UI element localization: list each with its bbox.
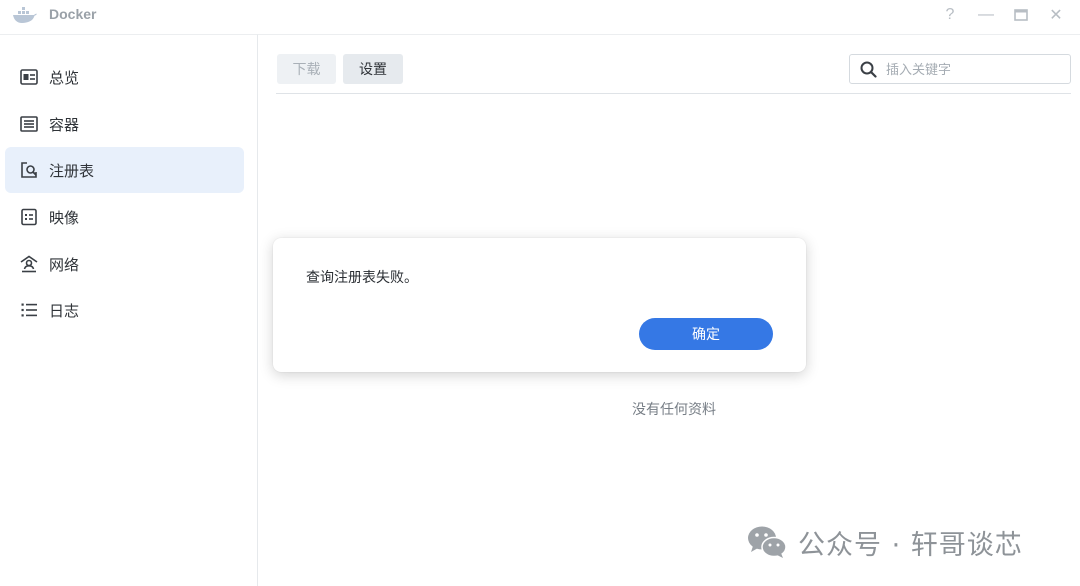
image-icon bbox=[21, 208, 37, 226]
watermark-text: 公众号 · 轩哥谈芯 bbox=[798, 529, 1023, 561]
docker-whale-icon bbox=[13, 7, 37, 23]
sidebar-item-registry[interactable]: 注册表 bbox=[5, 147, 244, 193]
sidebar-item-label: 映像 bbox=[49, 209, 80, 227]
close-icon: ✕ bbox=[1049, 7, 1063, 24]
dialog-message: 查询注册表失败。 bbox=[306, 270, 418, 286]
maximize-icon bbox=[1014, 9, 1028, 21]
network-icon bbox=[20, 255, 38, 273]
app-title: Docker bbox=[49, 6, 97, 22]
search-box[interactable] bbox=[849, 54, 1071, 84]
watermark: 公众号 · 轩哥谈芯 bbox=[746, 522, 1023, 562]
sidebar-item-image[interactable]: 映像 bbox=[5, 194, 244, 240]
toolbar-divider bbox=[276, 93, 1071, 94]
overview-icon bbox=[20, 69, 38, 85]
empty-state-text: 没有任何资料 bbox=[632, 402, 716, 418]
sidebar-item-label: 总览 bbox=[49, 69, 80, 87]
help-icon: ? bbox=[945, 6, 955, 23]
sidebar-item-label: 日志 bbox=[49, 302, 80, 320]
maximize-button[interactable] bbox=[1010, 4, 1032, 26]
sidebar-item-label: 容器 bbox=[49, 116, 80, 134]
search-input[interactable] bbox=[886, 59, 1064, 81]
error-dialog: 查询注册表失败。 确定 bbox=[273, 238, 806, 372]
registry-icon bbox=[21, 162, 37, 178]
title-bar: Docker ? — ✕ bbox=[0, 0, 1080, 34]
wechat-icon bbox=[748, 526, 787, 558]
minimize-button[interactable]: — bbox=[975, 4, 997, 26]
main-top-border bbox=[258, 34, 1080, 35]
sidebar-item-log[interactable]: 日志 bbox=[5, 287, 244, 333]
help-button[interactable]: ? bbox=[939, 4, 961, 26]
download-button[interactable]: 下载 bbox=[277, 54, 336, 84]
sidebar-item-container[interactable]: 容器 bbox=[5, 101, 244, 147]
sidebar-item-network[interactable]: 网络 bbox=[5, 241, 244, 287]
sidebar: 总览 容器 注册表 映像 网络 日志 bbox=[0, 34, 258, 586]
sidebar-item-label: 注册表 bbox=[49, 162, 95, 180]
sidebar-item-overview[interactable]: 总览 bbox=[5, 54, 244, 100]
sidebar-item-label: 网络 bbox=[49, 256, 80, 274]
ok-button[interactable]: 确定 bbox=[639, 318, 773, 350]
search-icon bbox=[860, 61, 877, 78]
settings-button[interactable]: 设置 bbox=[343, 54, 403, 84]
close-button[interactable]: ✕ bbox=[1045, 4, 1067, 26]
minimize-icon: — bbox=[978, 6, 994, 23]
log-icon bbox=[21, 303, 37, 317]
container-icon bbox=[20, 116, 38, 132]
